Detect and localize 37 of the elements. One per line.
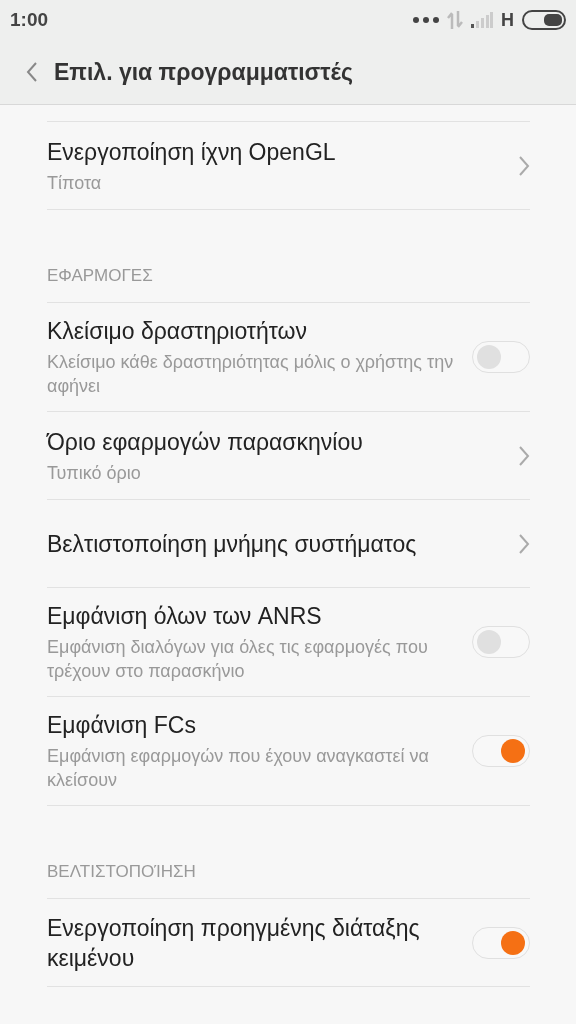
chevron-right-icon: [518, 154, 530, 177]
section-header: ΕΦΑΡΜΟΓΕΣ: [47, 210, 530, 303]
battery-icon: [522, 10, 566, 30]
setting-description: Κλείσιμο κάθε δραστηριότητας μόλις ο χρήστης την αφήνει: [47, 351, 455, 398]
status-time: 1:00: [10, 9, 49, 31]
settings-item[interactable]: Βελτιστοποίηση μνήμης συστήματος: [47, 500, 530, 588]
chevron-right-icon: [518, 532, 530, 555]
setting-description: Τίποτα: [47, 171, 103, 195]
settings-item[interactable]: Εμφάνιση όλων των ANRS Εμφάνιση διαλόγων για όλες τις εφαρμογές που τρέχουν στο παρασκήνιο: [47, 588, 530, 697]
signal-icon: [471, 12, 493, 28]
settings-item[interactable]: Ενεργοποίηση προηγμένης διάταξης κειμένου: [47, 899, 530, 987]
setting-title: Ενεργοποίηση προηγμένης διάταξης κειμένου: [47, 913, 421, 973]
setting-title: Κλείσιμο δραστηριοτήτων: [47, 317, 308, 346]
more-icon: [413, 17, 439, 23]
page-title: Επιλ. για προγραμματιστές: [54, 58, 353, 86]
data-arrows-icon: [447, 11, 463, 29]
toggle-switch[interactable]: [472, 926, 530, 959]
setting-title: Εμφάνιση όλων των ANRS: [47, 602, 323, 631]
settings-item[interactable]: Ενεργοποίηση ίχνη OpenGL Τίποτα: [47, 122, 530, 210]
setting-title: Όριο εφαρμογών παρασκηνίου: [47, 427, 363, 457]
settings-item[interactable]: Κλείσιμο δραστηριοτήτων Κλείσιμο κάθε δραστηριότητας μόλις ο χρήστης την αφήνει: [47, 303, 530, 412]
toggle-switch[interactable]: [472, 341, 530, 373]
back-button[interactable]: [26, 61, 38, 83]
setting-title: Ενεργοποίηση ίχνη OpenGL: [47, 137, 336, 167]
section-header: ΒΕΛΤΙΣΤΟΠΟΊΗΣΗ: [47, 806, 530, 899]
settings-item[interactable]: Όριο εφαρμογών παρασκηνίου Τυπικό όριο: [47, 412, 530, 500]
network-type: H: [501, 9, 514, 31]
settings-item[interactable]: Εμφάνιση FCs Εμφάνιση εφαρμογών που έχουν αναγκαστεί να κλείσουν: [47, 697, 530, 806]
setting-title: Βελτιστοποίηση μνήμης συστήματος: [47, 529, 417, 559]
toggle-switch[interactable]: [472, 626, 530, 658]
back-icon: [26, 61, 38, 83]
setting-description: Εμφάνιση εφαρμογών που έχουν αναγκαστεί να κλείσουν: [47, 745, 430, 792]
chevron-right-icon: [518, 444, 530, 467]
setting-description: Εμφάνιση διαλόγων για όλες τις εφαρμογές που τρέχουν στο παρασκήνιο: [47, 636, 429, 683]
setting-title: Εμφάνιση FCs: [47, 711, 197, 740]
toggle-switch[interactable]: [472, 735, 530, 767]
setting-description: Τυπικό όριο: [47, 461, 142, 485]
